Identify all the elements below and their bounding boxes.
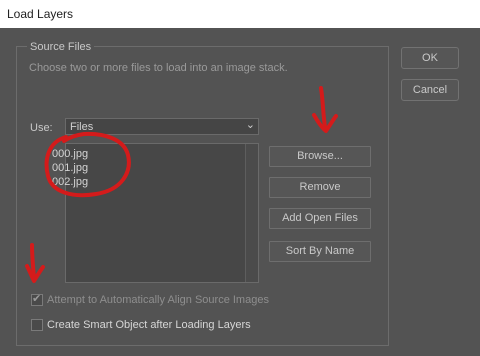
use-select-value: Files: [70, 121, 94, 133]
auto-align-label: Attempt to Automatically Align Source Im…: [47, 294, 269, 306]
file-list-scrollbar[interactable]: [245, 144, 258, 282]
smart-object-label: Create Smart Object after Loading Layers: [47, 319, 251, 331]
add-open-files-button[interactable]: Add Open Files: [269, 208, 371, 229]
sort-by-name-button[interactable]: Sort By Name: [269, 241, 371, 262]
list-item[interactable]: 001.jpg: [52, 162, 88, 174]
use-select[interactable]: Files ⌄: [65, 118, 259, 135]
window-title: Load Layers: [7, 7, 74, 21]
source-files-description: Choose two or more files to load into an…: [29, 62, 288, 74]
auto-align-checkbox[interactable]: [31, 292, 43, 306]
chevron-down-icon: ⌄: [245, 119, 255, 131]
use-label: Use:: [30, 122, 53, 134]
list-item[interactable]: 002.jpg: [52, 176, 88, 188]
list-item[interactable]: 000.jpg: [52, 148, 88, 160]
title-bar: Load Layers: [0, 0, 480, 28]
ok-button[interactable]: OK: [401, 47, 459, 69]
title-bar-edge: [468, 0, 480, 28]
smart-object-checkbox[interactable]: [31, 319, 43, 331]
file-list[interactable]: [65, 143, 259, 283]
browse-button[interactable]: Browse...: [269, 146, 371, 167]
cancel-button[interactable]: Cancel: [401, 79, 459, 101]
remove-button[interactable]: Remove: [269, 177, 371, 198]
source-files-legend: Source Files: [27, 41, 95, 53]
